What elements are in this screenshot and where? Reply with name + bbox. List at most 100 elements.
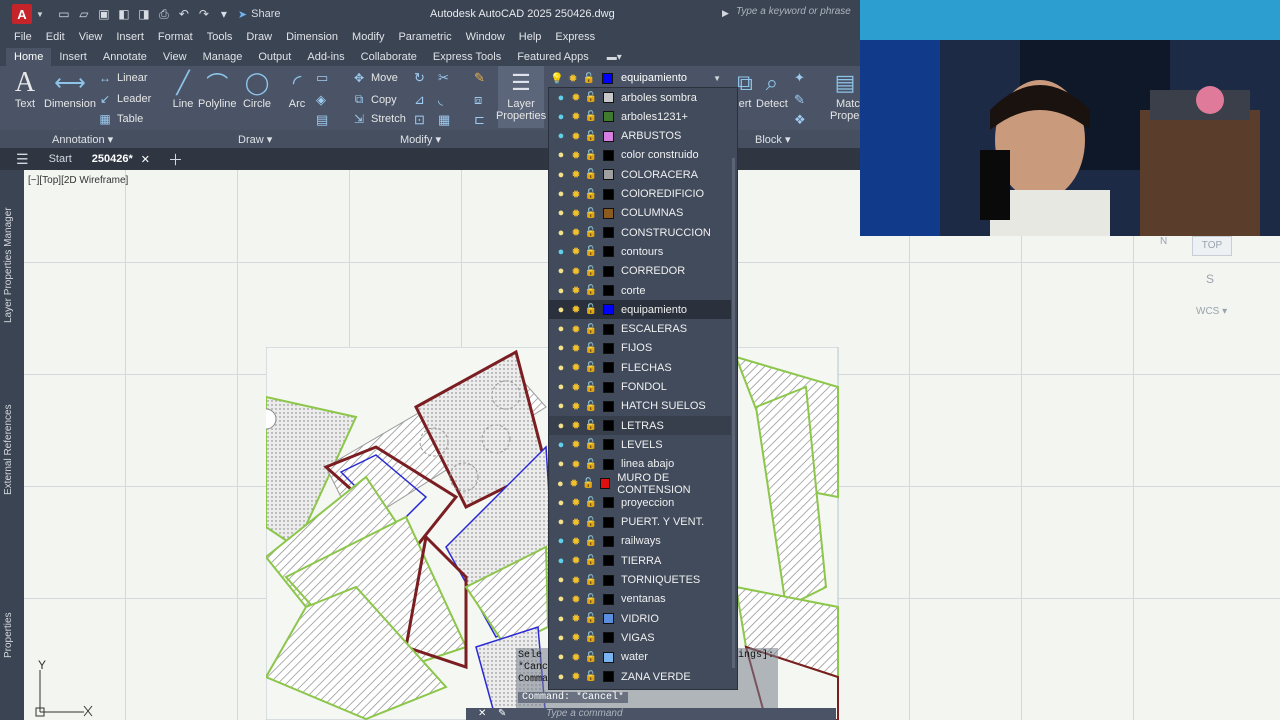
unlock-icon[interactable]: 🔓: [585, 439, 597, 451]
lightbulb-icon[interactable]: ●: [555, 246, 567, 258]
sun-icon[interactable]: ✹: [570, 593, 582, 606]
lightbulb-icon[interactable]: ●: [555, 207, 567, 219]
share-button[interactable]: ➤ Share: [238, 8, 281, 21]
layer-list-item[interactable]: ● ✹ 🔓 FLECHAS: [549, 358, 731, 377]
lightbulb-icon[interactable]: ●: [555, 285, 567, 297]
unlock-icon[interactable]: 🔓: [585, 535, 597, 547]
plot-icon[interactable]: ⎙: [156, 6, 172, 22]
sun-icon[interactable]: ✹: [570, 188, 582, 201]
unlock-icon[interactable]: 🔓: [585, 381, 597, 393]
sun-icon[interactable]: ✹: [570, 613, 582, 625]
dimension-button[interactable]: ⟷ Dimension: [44, 68, 96, 110]
scale-icon[interactable]: ⊡: [414, 112, 425, 128]
menu-file[interactable]: File: [14, 31, 32, 43]
viewcube-top-face[interactable]: TOP: [1192, 236, 1232, 256]
sun-icon[interactable]: ✹: [570, 458, 582, 471]
unlock-icon[interactable]: 🔓: [585, 246, 597, 258]
sun-icon[interactable]: ✹: [570, 535, 582, 548]
table-button[interactable]: ▦ Table: [98, 112, 143, 126]
unlock-icon[interactable]: 🔓: [585, 362, 597, 374]
layer-list-item[interactable]: ● ✹ 🔓 HATCH SUELOS: [549, 397, 731, 416]
fillet-icon[interactable]: ◟: [438, 92, 443, 108]
ribbon-toggle-icon[interactable]: ▬▾: [607, 52, 622, 63]
layer-list-item[interactable]: ● ✹ 🔓 VIDRIO: [549, 609, 731, 628]
lightbulb-icon[interactable]: ●: [555, 304, 567, 316]
lightbulb-icon[interactable]: ●: [555, 323, 567, 335]
sun-icon[interactable]: ✹: [570, 227, 582, 239]
properties-tab[interactable]: Properties: [3, 610, 19, 660]
layer-list-item[interactable]: ● ✹ 🔓 ARBUSTOS: [549, 127, 731, 146]
menu-modify[interactable]: Modify: [352, 31, 384, 43]
layer-list-item[interactable]: ● ✹ 🔓 TIERRA: [549, 551, 731, 570]
modify-panel-title[interactable]: Modify ▾: [400, 133, 441, 146]
web-save-icon[interactable]: ◨: [136, 6, 152, 22]
layer-list-item[interactable]: ● ✹ 🔓 TORNIQUETES: [549, 571, 731, 590]
tab-manage[interactable]: Manage: [195, 48, 251, 66]
erase-icon[interactable]: ✎: [474, 70, 485, 86]
lightbulb-icon[interactable]: ●: [555, 651, 567, 663]
layer-list-item[interactable]: ● ✹ 🔓 VIGAS: [549, 628, 731, 647]
layer-list-item[interactable]: ● ✹ 🔓 equipamiento: [549, 300, 731, 320]
lightbulb-icon[interactable]: ●: [555, 420, 567, 432]
sun-icon[interactable]: ✹: [570, 169, 582, 181]
command-customize-icon[interactable]: ✎: [498, 708, 506, 719]
tab-annotate[interactable]: Annotate: [95, 48, 155, 66]
lightbulb-icon[interactable]: ●: [555, 130, 567, 142]
lightbulb-icon[interactable]: ●: [555, 169, 567, 181]
layer-properties-button[interactable]: ☰ Layer Properties: [496, 66, 546, 128]
layer-list-item[interactable]: ● ✹ 🔓 FIJOS: [549, 339, 731, 358]
layer-list-item[interactable]: ● ✹ 🔓 water: [549, 648, 731, 667]
unlock-icon[interactable]: 🔓: [585, 458, 597, 470]
wcs-menu[interactable]: WCS ▾: [1196, 306, 1227, 317]
layer-list-item[interactable]: ● ✹ 🔓 proyeccion: [549, 493, 731, 512]
layer-list-item[interactable]: ● ✹ 🔓 COlOREDIFICIO: [549, 185, 731, 204]
trim-icon[interactable]: ✂: [438, 70, 449, 86]
lightbulb-icon[interactable]: ●: [555, 400, 567, 412]
sun-icon[interactable]: ✹: [570, 516, 582, 529]
sun-icon[interactable]: ✹: [570, 632, 582, 644]
lightbulb-icon[interactable]: ●: [555, 439, 567, 451]
open-file-icon[interactable]: ▱: [76, 6, 92, 22]
mirror-icon[interactable]: ⊿: [414, 92, 425, 108]
close-icon[interactable]: ✕: [141, 153, 150, 166]
unlock-icon[interactable]: 🔓: [585, 188, 597, 200]
lightbulb-icon[interactable]: ●: [555, 92, 567, 104]
menu-draw[interactable]: Draw: [246, 31, 272, 43]
lightbulb-icon[interactable]: ●: [555, 516, 567, 528]
layer-list-item[interactable]: ● ✹ 🔓 ZANA VERDE: [549, 667, 731, 686]
layer-list-item[interactable]: ● ✹ 🔓 CORREDOR: [549, 262, 731, 281]
hatch-icon[interactable]: ◈: [316, 92, 326, 108]
sun-icon[interactable]: ✹: [569, 478, 580, 490]
layer-list-item[interactable]: ● ✹ 🔓 ESCALERAS: [549, 320, 731, 339]
lightbulb-icon[interactable]: ●: [555, 111, 567, 123]
layer-properties-manager-tab[interactable]: Layer Properties Manager: [3, 200, 19, 330]
layer-list-item[interactable]: ● ✹ 🔓 CONSTRUCCION: [549, 223, 731, 242]
offset-icon[interactable]: ⊏: [474, 112, 485, 128]
tab-express-tools[interactable]: Express Tools: [425, 48, 509, 66]
sun-icon[interactable]: ✹: [570, 555, 582, 567]
linear-button[interactable]: ↔ Linear: [98, 71, 148, 85]
array-icon[interactable]: ▦: [438, 112, 450, 128]
draw-panel-title[interactable]: Draw ▾: [238, 133, 272, 146]
unlock-icon[interactable]: 🔓: [585, 323, 597, 335]
sun-icon[interactable]: ✹: [570, 400, 582, 413]
new-tab-plus-icon[interactable]: ＋: [168, 149, 183, 170]
sun-icon[interactable]: ✹: [570, 111, 582, 123]
lightbulb-icon[interactable]: ●: [555, 671, 567, 683]
layer-list-item[interactable]: ● ✹ 🔓 arboles sombra: [549, 88, 731, 107]
gradient-icon[interactable]: ▤: [316, 112, 328, 128]
lightbulb-icon[interactable]: ●: [555, 362, 567, 374]
layer-list-item[interactable]: ● ✹ 🔓 contours: [549, 242, 731, 261]
sun-icon[interactable]: ✹: [570, 381, 582, 394]
sun-icon[interactable]: ✹: [570, 265, 582, 278]
layer-list-item[interactable]: ● ✹ 🔓 COLORACERA: [549, 165, 731, 184]
lightbulb-icon[interactable]: ●: [555, 381, 567, 393]
autocad-logo[interactable]: A: [12, 4, 32, 24]
arc-button[interactable]: ◜ Arc: [282, 68, 312, 110]
lightbulb-icon[interactable]: ●: [555, 227, 567, 239]
layer-dropdown[interactable]: 💡 ✹ 🔓 equipamiento ▼: [550, 70, 721, 86]
sun-icon[interactable]: ✹: [570, 651, 582, 664]
external-references-tab[interactable]: External References: [3, 400, 19, 500]
unlock-icon[interactable]: 🔓: [585, 304, 597, 316]
hamburger-menu-icon[interactable]: ☰: [16, 151, 29, 168]
